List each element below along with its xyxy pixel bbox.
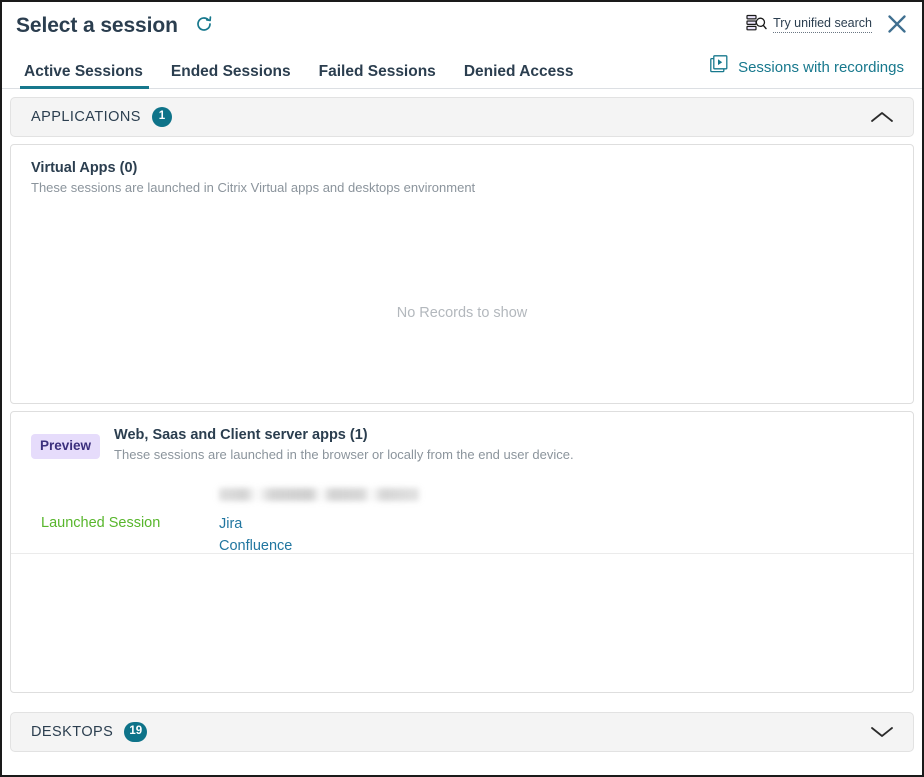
virtual-apps-title: Virtual Apps (0) <box>31 159 893 177</box>
play-box-icon <box>710 55 729 79</box>
virtual-apps-card: Virtual Apps (0) These sessions are laun… <box>10 144 914 404</box>
redacted-user-identifier <box>219 488 419 501</box>
list-search-icon <box>746 14 767 37</box>
try-unified-search-button[interactable]: Try unified search <box>746 14 872 37</box>
preview-badge: Preview <box>31 434 100 459</box>
tab-failed-sessions[interactable]: Failed Sessions <box>305 64 450 89</box>
tab-denied-access[interactable]: Denied Access <box>450 64 588 89</box>
close-icon <box>886 13 908 38</box>
web-saas-subtitle: These sessions are launched in the brows… <box>114 447 574 464</box>
desktops-title: DESKTOPS <box>31 724 113 740</box>
session-row: Launched Session Jira Confluence <box>41 488 893 558</box>
section-header-desktops[interactable]: DESKTOPS 19 <box>10 712 914 752</box>
close-button[interactable] <box>884 12 910 38</box>
chevron-down-icon[interactable] <box>867 722 897 742</box>
refresh-button[interactable] <box>192 13 216 37</box>
page-title: Select a session <box>16 15 178 36</box>
session-tabs: Active Sessions Ended Sessions Failed Se… <box>2 48 922 89</box>
virtual-apps-empty-message: No Records to show <box>11 305 913 321</box>
refresh-icon <box>194 14 214 37</box>
tab-ended-sessions[interactable]: Ended Sessions <box>157 64 305 89</box>
select-session-dialog: Select a session <box>0 0 924 777</box>
applications-title: APPLICATIONS <box>31 109 141 125</box>
web-saas-card: Preview Web, Saas and Client server apps… <box>10 411 914 693</box>
tab-active-sessions[interactable]: Active Sessions <box>10 64 157 89</box>
sessions-with-recordings-link[interactable]: Sessions with recordings <box>710 55 904 88</box>
card-divider <box>11 553 913 554</box>
web-saas-title: Web, Saas and Client server apps (1) <box>114 426 574 444</box>
section-header-applications[interactable]: APPLICATIONS 1 <box>10 97 914 137</box>
dialog-header: Select a session <box>2 2 922 48</box>
chevron-up-icon[interactable] <box>867 107 897 127</box>
try-unified-search-label: Try unified search <box>773 17 872 33</box>
app-link-jira[interactable]: Jira <box>219 513 242 535</box>
sessions-with-recordings-label: Sessions with recordings <box>738 60 904 75</box>
header-actions: Try unified search <box>746 12 908 38</box>
session-state-label: Launched Session <box>41 488 219 558</box>
app-link-confluence[interactable]: Confluence <box>219 535 292 557</box>
desktops-count-badge: 19 <box>124 722 147 742</box>
spacer <box>2 693 922 704</box>
virtual-apps-subtitle: These sessions are launched in Citrix Vi… <box>31 180 893 197</box>
session-app-list: Jira Confluence <box>219 488 893 558</box>
applications-count-badge: 1 <box>152 107 172 127</box>
